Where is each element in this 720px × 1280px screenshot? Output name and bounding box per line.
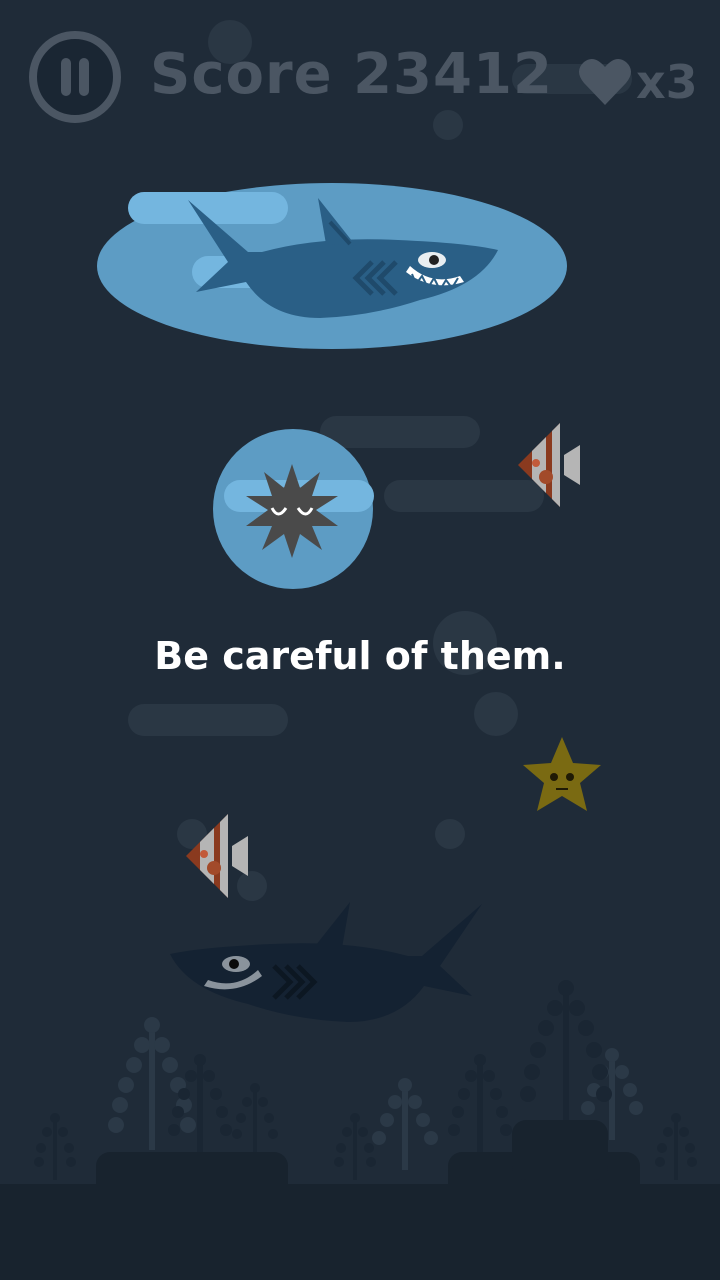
- lives-count: x3: [636, 55, 698, 109]
- starfish-icon: [523, 737, 601, 811]
- bubble: [435, 819, 465, 849]
- pause-button[interactable]: [28, 30, 122, 124]
- current-streak: [384, 480, 544, 512]
- urchin-highlight: [213, 429, 374, 589]
- current-streak: [320, 416, 480, 448]
- heart-icon: [579, 58, 631, 105]
- shark-highlight: [97, 183, 567, 350]
- bubble: [474, 692, 518, 736]
- rock: [512, 1120, 608, 1180]
- score-label: Score 23412: [150, 42, 553, 107]
- pause-icon: [29, 31, 121, 123]
- seabed: [0, 1184, 720, 1280]
- shark-icon: [170, 902, 482, 1052]
- hud: Score 23412 x3: [0, 0, 720, 140]
- lives-counter: x3: [578, 54, 698, 110]
- current-streak: [128, 704, 288, 736]
- tutorial-message: Be careful of them.: [154, 634, 566, 678]
- bubble: [237, 871, 267, 901]
